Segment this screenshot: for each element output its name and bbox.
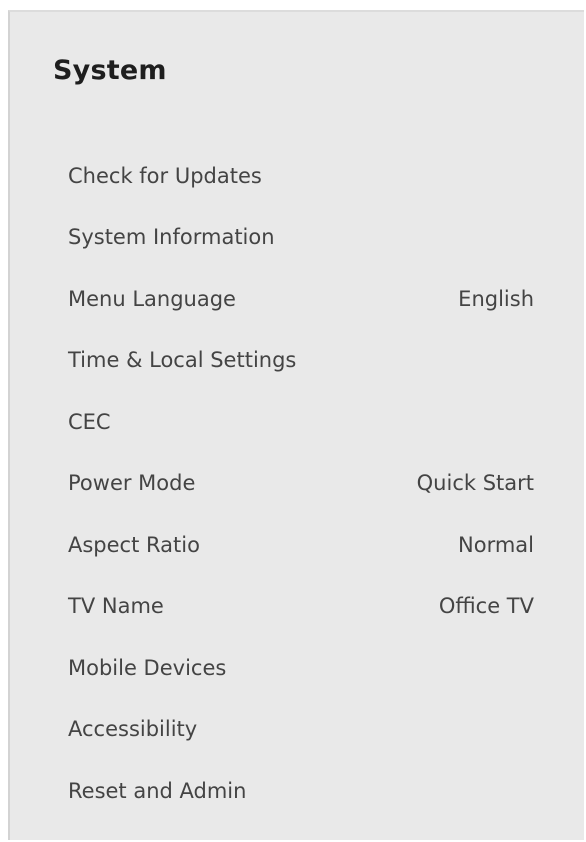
menu-item-accessibility[interactable]: Accessibility <box>10 699 584 761</box>
menu-item-power-mode[interactable]: Power Mode Quick Start <box>10 453 584 515</box>
menu-item-system-information[interactable]: System Information <box>10 207 584 269</box>
menu-item-label: Check for Updates <box>68 163 262 188</box>
menu-item-label: TV Name <box>68 594 164 619</box>
menu-item-label: Reset and Admin <box>68 778 247 803</box>
menu-item-value: Quick Start <box>416 471 534 496</box>
menu-item-label: Time & Local Settings <box>68 348 297 373</box>
menu-item-mobile-devices[interactable]: Mobile Devices <box>10 637 584 699</box>
menu-item-label: Aspect Ratio <box>68 532 200 557</box>
menu-item-menu-language[interactable]: Menu Language English <box>10 268 584 330</box>
menu-item-value: English <box>458 286 534 311</box>
menu-item-reset-and-admin[interactable]: Reset and Admin <box>10 760 584 822</box>
system-menu: Check for Updates System Information Men… <box>10 145 584 822</box>
menu-item-cec[interactable]: CEC <box>10 391 584 453</box>
menu-item-value: Normal <box>458 532 534 557</box>
menu-item-aspect-ratio[interactable]: Aspect Ratio Normal <box>10 514 584 576</box>
menu-item-time-local-settings[interactable]: Time & Local Settings <box>10 330 584 392</box>
menu-item-label: Accessibility <box>68 717 198 742</box>
menu-item-label: CEC <box>68 409 111 434</box>
menu-item-value: Office TV <box>438 594 534 619</box>
system-settings-panel: System Check for Updates System Informat… <box>8 10 584 840</box>
menu-item-tv-name[interactable]: TV Name Office TV <box>10 576 584 638</box>
menu-item-label: Mobile Devices <box>68 655 227 680</box>
page-title: System <box>53 55 167 86</box>
menu-item-label: Power Mode <box>68 471 196 496</box>
menu-item-check-for-updates[interactable]: Check for Updates <box>10 145 584 207</box>
menu-item-label: System Information <box>68 225 275 250</box>
menu-item-label: Menu Language <box>68 286 236 311</box>
